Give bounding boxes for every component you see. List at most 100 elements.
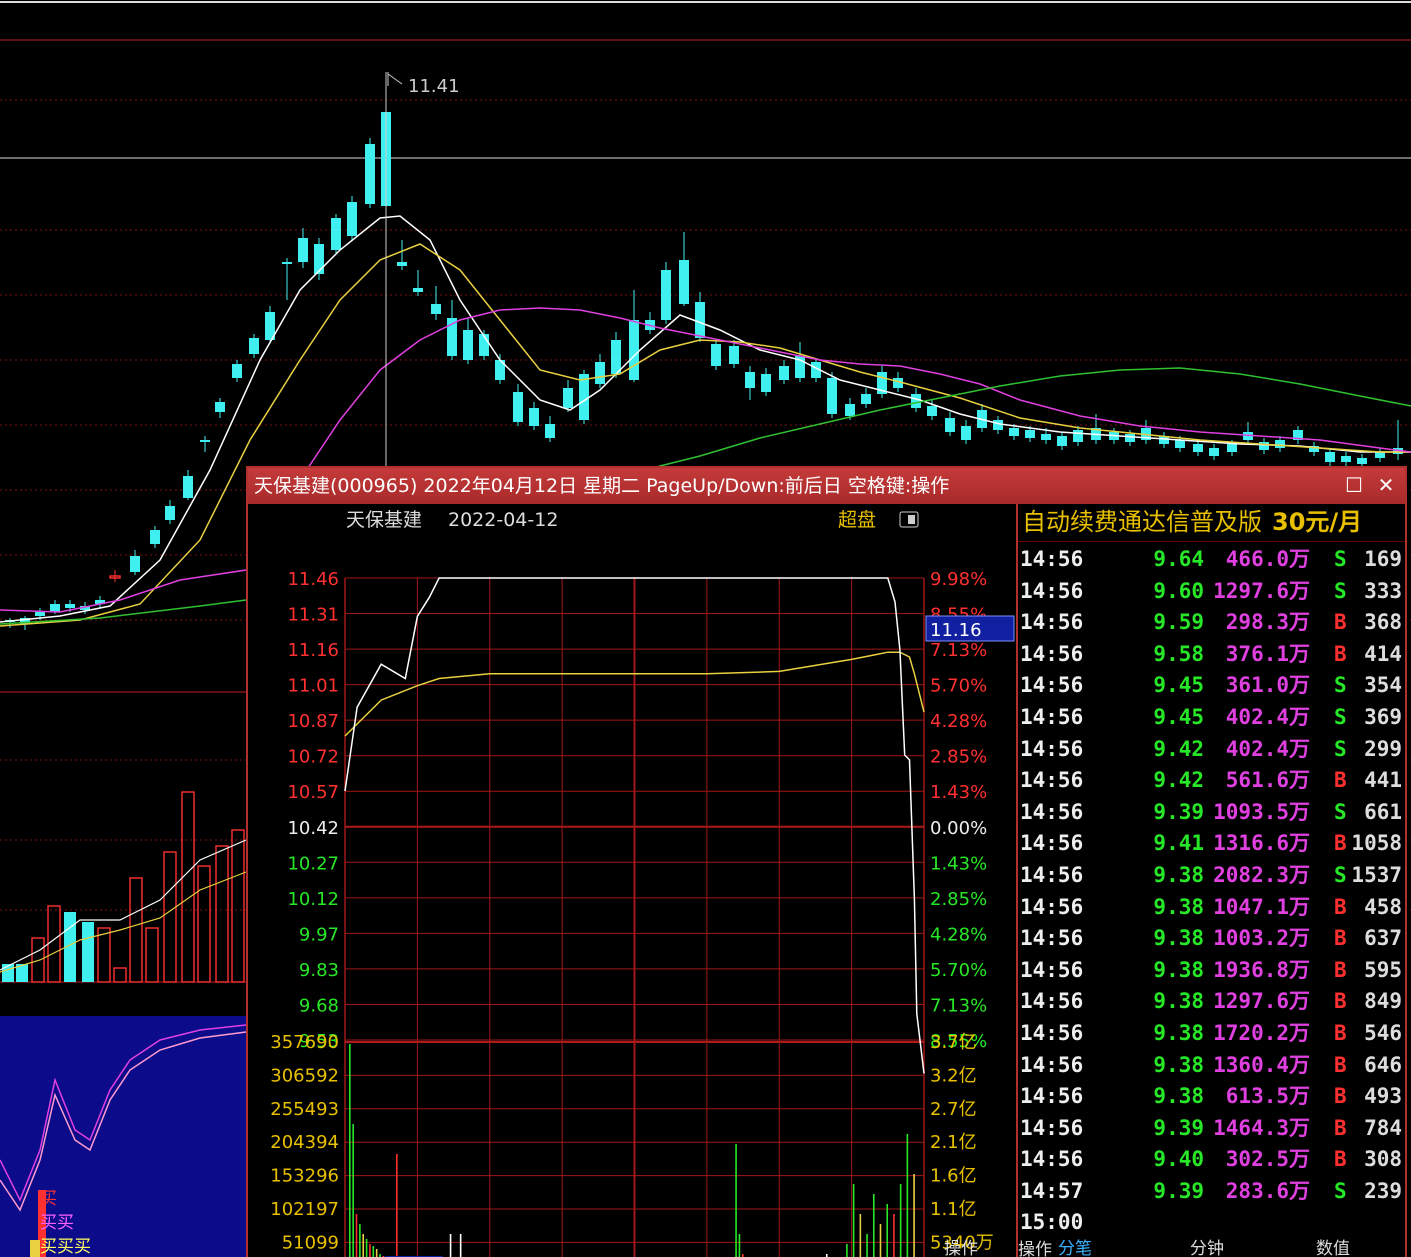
trade-volume: 493 [1364,1084,1402,1109]
trade-time: 14:56 [1020,1147,1084,1172]
trade-side: B [1334,1084,1347,1109]
pct-axis-label: 2.85% [930,889,987,910]
trade-volume: 637 [1364,926,1402,951]
trade-price: 9.38 [1153,957,1204,982]
volume-axis-label: 153296 [270,1166,339,1187]
amount-axis-label: 2.7亿 [930,1099,977,1120]
trade-amount: 1720.2万 [1213,1020,1310,1045]
trade-time: 15:00 [1020,1210,1084,1235]
trade-row: 14:56 9.38 1720.2万 B 546 [1018,1018,1405,1050]
trade-volume: 414 [1364,641,1402,666]
popup-title: 天保基建(000965) 2022年04月12日 星期二 PageUp/Down… [254,475,950,497]
amount-axis-label: 1.6亿 [930,1166,977,1187]
intraday-popup-window[interactable]: 天保基建(000965) 2022年04月12日 星期二 PageUp/Down… [246,466,1407,1257]
trade-row: 14:56 9.38 1047.1万 B 458 [1018,892,1405,924]
mode-label[interactable]: 超盘 [838,509,876,531]
trade-amount: 1003.2万 [1213,926,1310,951]
trade-price: 9.59 [1153,610,1204,635]
trade-time: 14:56 [1020,1052,1084,1077]
trade-row: 14:56 9.42 561.6万 B 441 [1018,765,1405,797]
trade-row: 14:56 9.39 1093.5万 S 661 [1018,797,1405,829]
trade-amount: 298.3万 [1225,610,1310,635]
trade-volume: 308 [1364,1147,1402,1172]
price-axis-label: 10.57 [287,782,339,803]
trade-side: B [1334,610,1347,635]
price-axis-label: 11.31 [287,605,339,626]
trade-amount: 561.6万 [1225,768,1310,793]
trade-time: 14:56 [1020,894,1084,919]
trade-amount: 376.1万 [1225,641,1310,666]
tab-operate[interactable]: 操作 [944,1238,978,1257]
pct-axis-label: 7.13% [930,995,987,1016]
price-axis-label: 9.83 [299,960,339,981]
trade-time: 14:56 [1020,831,1084,856]
intraday-chart[interactable]: 11.46 9.98%11.31 8.55%11.16 7.13%11.01 5.70%… [248,504,1016,1257]
trade-side: B [1334,831,1347,856]
price-axis-label: 11.16 [287,640,339,661]
trade-price: 9.40 [1153,1147,1204,1172]
trade-price: 9.38 [1153,894,1204,919]
x-icon: ✕ [1377,473,1395,497]
volume-axis-label: 357690 [270,1032,339,1053]
trade-volume: 169 [1364,547,1402,571]
trade-price: 9.64 [1153,547,1204,571]
chart-stock-name: 天保基建 [346,509,422,531]
pct-axis-label: 1.43% [930,782,987,803]
amount-axis-label: 2.1亿 [930,1132,977,1153]
trade-time: 14:56 [1020,547,1084,571]
pct-axis-label: 9.98% [930,569,987,590]
trade-time: 14:56 [1020,1020,1084,1045]
maximize-button[interactable]: ☐ [1341,472,1367,498]
trade-price: 9.39 [1153,1178,1204,1203]
trade-row: 14:56 9.45 402.4万 S 369 [1018,702,1405,734]
trade-row: 14:56 9.60 1297.6万 S 333 [1018,576,1405,608]
tab-minutes[interactable]: 分钟 [1190,1238,1224,1257]
trade-side: B [1334,957,1347,982]
price-axis-label: 9.97 [299,924,339,945]
trade-time: 14:56 [1020,610,1084,635]
trade-side: B [1334,989,1347,1014]
trade-amount: 283.6万 [1225,1178,1310,1203]
trade-list[interactable]: 14:56 9.64 466.0万 S 169 14:56 9.60 1297.6万 S 333 1… [1018,544,1405,1239]
amount-axis-label: 3.2亿 [930,1065,977,1086]
trade-time: 14:56 [1020,989,1084,1014]
close-button[interactable]: ✕ [1373,472,1399,498]
price-axis-label: 10.12 [287,889,339,910]
trade-amount: 1093.5万 [1213,799,1310,824]
tab-ticks[interactable]: 分笔 [1058,1238,1092,1257]
trade-time: 14:57 [1020,1178,1084,1203]
trade-time: 14:56 [1020,578,1084,603]
price-axis-label: 11.01 [287,676,339,697]
trade-row: 15:00 [1018,1207,1405,1239]
trade-amount: 2082.3万 [1213,862,1310,887]
pct-axis-label: 7.13% [930,640,987,661]
trade-amount: 1936.8万 [1213,957,1310,982]
pct-axis-label: 4.28% [930,711,987,732]
trade-row: 14:57 9.39 283.6万 S 239 [1018,1176,1405,1208]
volume-axis-label: 102197 [270,1199,339,1220]
trade-amount: 1360.4万 [1213,1052,1310,1077]
trade-side: S [1334,578,1347,603]
trade-time: 14:56 [1020,1084,1084,1109]
trade-volume: 441 [1364,768,1402,793]
tab-values[interactable]: 数值 [1316,1238,1350,1257]
trade-side: S [1334,673,1347,698]
pct-axis-label: 2.85% [930,747,987,768]
trade-volume: 784 [1364,1115,1402,1140]
subscription-price[interactable]: 30元/月 [1272,508,1362,536]
buy-signal-3: 买买买 [40,1237,91,1257]
price-axis-label: 10.27 [287,853,339,874]
price-axis-label: 9.68 [299,995,339,1016]
trade-row: 14:56 9.41 1316.6万 B 1058 [1018,828,1405,860]
volume-axis-label: 255493 [270,1099,339,1120]
trade-amount: 1297.6万 [1213,989,1310,1014]
popup-titlebar[interactable]: 天保基建(000965) 2022年04月12日 星期二 PageUp/Down… [248,468,1405,504]
trade-side: B [1334,894,1347,919]
trade-time: 14:56 [1020,862,1084,887]
trade-side: S [1334,736,1347,761]
bottom-tabs: 分笔 分钟 数值 [1016,1238,1407,1257]
trade-time: 14:56 [1020,673,1084,698]
trade-price: 9.45 [1153,704,1204,729]
trade-volume: 333 [1364,578,1402,603]
price-axis-label: 10.72 [287,747,339,768]
